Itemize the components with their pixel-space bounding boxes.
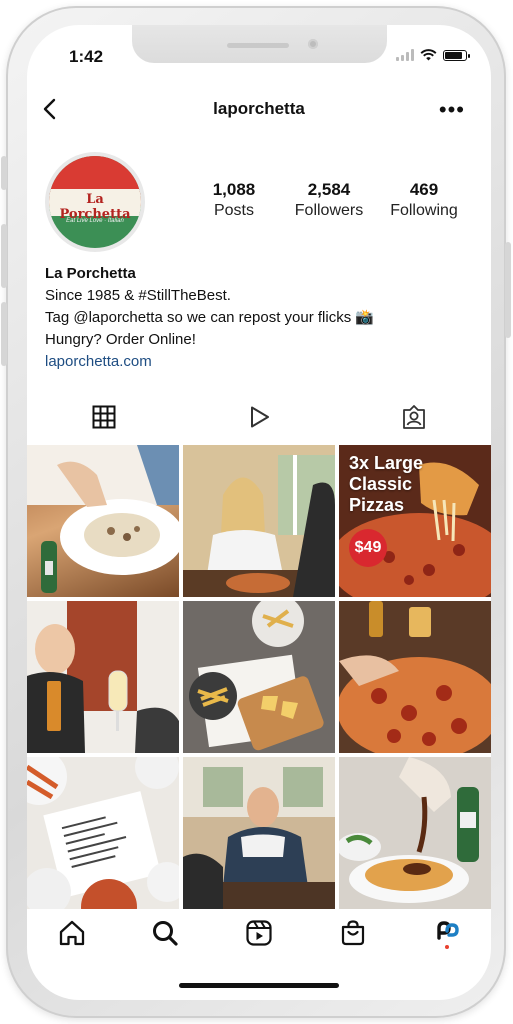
speaker xyxy=(227,43,289,48)
logo-tagline: Eat Live Love · Italian xyxy=(66,218,124,224)
post-thumbnail[interactable] xyxy=(183,757,335,909)
home-icon xyxy=(59,920,85,946)
website-link[interactable]: laporchetta.com xyxy=(45,351,475,373)
profile-username: laporchetta xyxy=(213,99,305,118)
brand-logo: La Porchetta Eat Live Love · Italian xyxy=(49,156,141,248)
nav-reels[interactable] xyxy=(239,913,279,953)
post-thumbnail[interactable] xyxy=(27,445,179,597)
tagged-icon xyxy=(403,405,425,429)
drinks-photo xyxy=(27,601,179,753)
volume-up-button xyxy=(1,224,7,288)
posts-count[interactable]: 1,088 Posts xyxy=(184,179,284,221)
stat-label: Posts xyxy=(213,202,254,219)
profile-name: La Porchetta xyxy=(45,265,136,282)
stat-value: 469 xyxy=(409,180,439,199)
more-options-icon[interactable]: ••• xyxy=(439,97,465,123)
price-badge: $49 xyxy=(349,529,387,567)
post-thumbnail[interactable] xyxy=(339,601,491,753)
stat-value: 2,584 xyxy=(307,180,351,199)
power-button xyxy=(505,242,511,338)
post-thumbnail[interactable] xyxy=(27,757,179,909)
promo-title: 3x Large Classic Pizzas xyxy=(349,453,424,515)
diner-man-photo xyxy=(183,757,335,909)
home-indicator[interactable] xyxy=(179,983,339,988)
camera-icon xyxy=(308,39,318,49)
post-thumbnail[interactable] xyxy=(183,601,335,753)
following-count[interactable]: 469 Following xyxy=(374,179,474,221)
search-icon xyxy=(153,921,178,946)
post-thumbnail[interactable] xyxy=(339,757,491,909)
grid-icon xyxy=(92,405,116,429)
profile-avatar[interactable]: La Porchetta Eat Live Love · Italian xyxy=(45,152,145,252)
tab-reels[interactable] xyxy=(239,397,279,437)
diner-photo xyxy=(183,445,335,597)
post-thumbnail[interactable] xyxy=(183,445,335,597)
stat-label: Following xyxy=(390,202,458,219)
nav-shop[interactable] xyxy=(333,913,373,953)
bio-line: Hungry? Order Online! xyxy=(45,331,196,348)
post-thumbnail[interactable] xyxy=(27,601,179,753)
profile-bio: La Porchetta Since 1985 & #StillTheBest.… xyxy=(45,263,475,373)
pepperoni-pizza-photo xyxy=(339,601,491,753)
stat-value: 1,088 xyxy=(212,180,256,199)
post-promo-pizza[interactable]: 3x Large Classic Pizzas $49 xyxy=(339,445,491,597)
phone-frame: 1:42 laporchetta ••• La Porchetta Eat Li… xyxy=(1,6,511,1018)
menu-table-photo xyxy=(27,757,179,909)
bio-line: Since 1985 & #StillTheBest. xyxy=(45,287,231,304)
reels-icon xyxy=(251,406,269,428)
signal-icon xyxy=(396,49,414,61)
tab-tagged[interactable] xyxy=(394,397,434,437)
profile-header: laporchetta ••• xyxy=(27,95,491,125)
status-time: 1:42 xyxy=(69,47,104,66)
status-icons xyxy=(396,49,470,61)
active-dot xyxy=(445,945,449,949)
reels-icon xyxy=(246,920,272,946)
volume-down-button xyxy=(1,302,7,366)
phone-screen: 1:42 laporchetta ••• La Porchetta Eat Li… xyxy=(27,25,491,1000)
notch xyxy=(132,25,387,63)
nav-profile[interactable] xyxy=(427,913,467,953)
wifi-icon xyxy=(420,49,437,61)
pasta-dish-photo xyxy=(27,445,179,593)
bottom-nav xyxy=(27,913,491,963)
nav-home[interactable] xyxy=(52,913,92,953)
stat-label: Followers xyxy=(294,202,364,219)
profile-tabs xyxy=(27,397,491,437)
mute-switch xyxy=(1,156,7,190)
battery-icon xyxy=(443,50,470,61)
table-spread-photo xyxy=(183,601,335,753)
nav-search[interactable] xyxy=(145,913,185,953)
profile-avatar-icon xyxy=(434,919,460,945)
sauce-pour-photo xyxy=(339,757,491,909)
shop-icon xyxy=(341,920,365,946)
tab-posts-grid[interactable] xyxy=(84,397,124,437)
followers-count[interactable]: 2,584 Followers xyxy=(279,179,379,221)
bio-line: Tag @laporchetta so we can repost your f… xyxy=(45,309,375,326)
